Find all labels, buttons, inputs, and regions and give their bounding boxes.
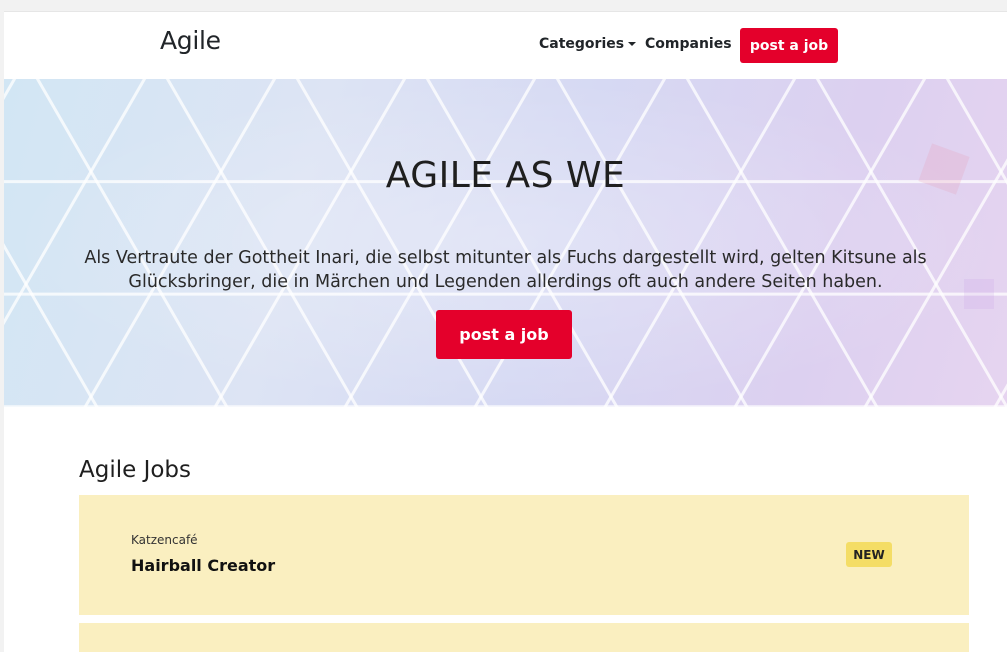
top-navbar: Agile Categories Companies post a job xyxy=(4,12,1007,79)
categories-dropdown[interactable]: Categories xyxy=(539,36,637,52)
brand-logo-link[interactable]: Agile xyxy=(160,26,221,55)
page: Agile Categories Companies post a job AG… xyxy=(4,11,1007,652)
job-company: Katzencafé xyxy=(131,533,198,547)
job-card[interactable]: Katzencafé Hairball Creator NEW xyxy=(79,495,969,615)
companies-link[interactable]: Companies xyxy=(645,36,732,52)
hero-title: AGILE AS WE xyxy=(385,155,626,196)
job-card-partial[interactable] xyxy=(79,623,969,652)
hero-banner: AGILE AS WE Als Vertraute der Gottheit I… xyxy=(4,79,1007,407)
jobs-section-heading: Agile Jobs xyxy=(79,457,192,483)
new-badge: NEW xyxy=(846,542,892,567)
job-title: Hairball Creator xyxy=(131,556,276,575)
hero-post-job-button[interactable]: post a job xyxy=(436,310,572,359)
hero-description: Als Vertraute der Gottheit Inari, die se… xyxy=(84,248,927,292)
categories-label: Categories xyxy=(539,36,625,52)
caret-down-icon xyxy=(628,42,637,46)
nav-post-job-button[interactable]: post a job xyxy=(740,28,838,63)
